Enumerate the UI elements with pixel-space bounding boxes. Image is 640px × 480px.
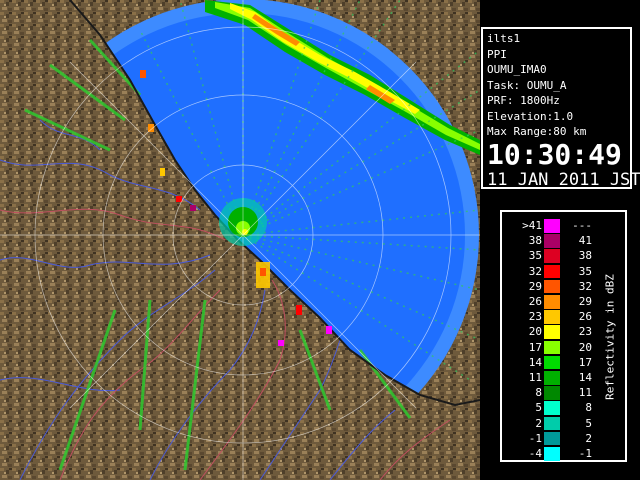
prf-value: PRF: 1800Hz [487,94,560,107]
legend-title: Reflectivity in dBZ [602,232,618,442]
legend-color-swatch [544,249,560,263]
legend-row-upper-bound: 32 [578,279,592,293]
legend-row-upper-bound: 29 [578,295,592,308]
legend-row: 14 17 [502,355,602,371]
legend-color-swatch [544,325,560,339]
legend-row: 29 32 [502,279,602,295]
legend-row-lower-bound: -4 [528,447,542,460]
legend-title-text: Reflectivity in dBZ [603,274,617,400]
legend-row-upper-bound: 2 [585,431,592,445]
legend-row-lower-bound: 8 [535,386,542,400]
legend-color-swatch [544,401,560,415]
scan-time: 10:30:49 [487,137,622,171]
legend-row: 35 38 [502,248,602,264]
legend-row-upper-bound: 17 [578,355,592,369]
legend-row: 23 26 [502,309,602,325]
legend-row-lower-bound: 5 [535,401,542,415]
legend-row: 32 35 [502,264,602,280]
product-name: OUMU_IMA0 [487,63,547,76]
legend-row-upper-bound: 23 [578,325,592,339]
legend-row-upper-bound: 20 [578,340,592,354]
legend-color-swatch [544,447,560,461]
legend-row: 11 14 [502,370,602,386]
legend-color-swatch [544,431,560,446]
site-name: ilts1 [487,32,521,45]
legend-row-upper-bound: 8 [585,401,592,415]
legend-row-upper-bound: 11 [578,386,592,400]
legend-color-swatch [544,219,560,233]
legend-row-lower-bound: 17 [528,340,542,354]
legend-row: >41 --- [502,218,602,234]
legend-row-upper-bound: 35 [578,264,592,278]
legend-row-lower-bound: 20 [528,325,542,339]
reflectivity-legend: >41 --- 38 41 35 38 32 35 29 32 26 29 23 26 20 23 17 20 14… [500,210,627,462]
legend-row: 17 20 [502,340,602,356]
legend-row-lower-bound: -1 [528,431,542,445]
legend-row-upper-bound: 5 [585,416,592,430]
legend-row-upper-bound: 41 [578,234,592,248]
legend-row: 58 [502,400,602,416]
legend-row-lower-bound: 26 [528,295,542,308]
legend-row-upper-bound: -1 [578,447,592,460]
legend-row-upper-bound: 14 [578,371,592,384]
legend-row-lower-bound: 23 [528,310,542,324]
legend-row-lower-bound: 29 [528,279,542,293]
legend-color-swatch [544,355,560,370]
radar-ppi-display[interactable] [0,0,480,480]
legend-row: -4 -1 [502,446,602,462]
legend-row-lower-bound: 38 [528,234,542,248]
elevation-value: Elevation:1.0 [487,109,574,123]
legend-color-swatch [544,264,560,279]
legend-row-upper-bound: --- [572,219,592,232]
legend-color-swatch [544,416,560,431]
legend-color-swatch [544,340,560,355]
radar-info-panel: ilts1 PPI OUMU_IMA0 Task: OUMU_A PRF: 18… [481,27,640,190]
legend-color-swatch [544,371,560,385]
legend-color-swatch [544,279,560,294]
task-name: Task: OUMU_A [487,78,567,92]
legend-row-lower-bound: 2 [535,416,542,430]
legend-row: 38 41 [502,233,602,249]
legend-color-swatch [544,386,560,400]
scan-type: PPI [487,47,507,61]
legend-row-lower-bound: >41 [522,219,542,232]
legend-row: 20 23 [502,324,602,340]
scan-date: 11 JAN 2011 JST [487,169,640,190]
legend-row: 8 11 [502,385,602,401]
legend-row-lower-bound: 11 [528,371,542,384]
legend-color-swatch [544,234,560,248]
legend-row-upper-bound: 38 [578,249,592,263]
legend-row-lower-bound: 35 [528,249,542,263]
legend-row-lower-bound: 32 [528,264,542,278]
legend-color-swatch [544,310,560,324]
legend-row: 25 [502,416,602,432]
legend-color-swatch [544,295,560,309]
legend-row-upper-bound: 26 [578,310,592,324]
legend-row-lower-bound: 14 [528,355,542,369]
legend-row: -1 2 [502,431,602,447]
legend-row: 26 29 [502,294,602,310]
